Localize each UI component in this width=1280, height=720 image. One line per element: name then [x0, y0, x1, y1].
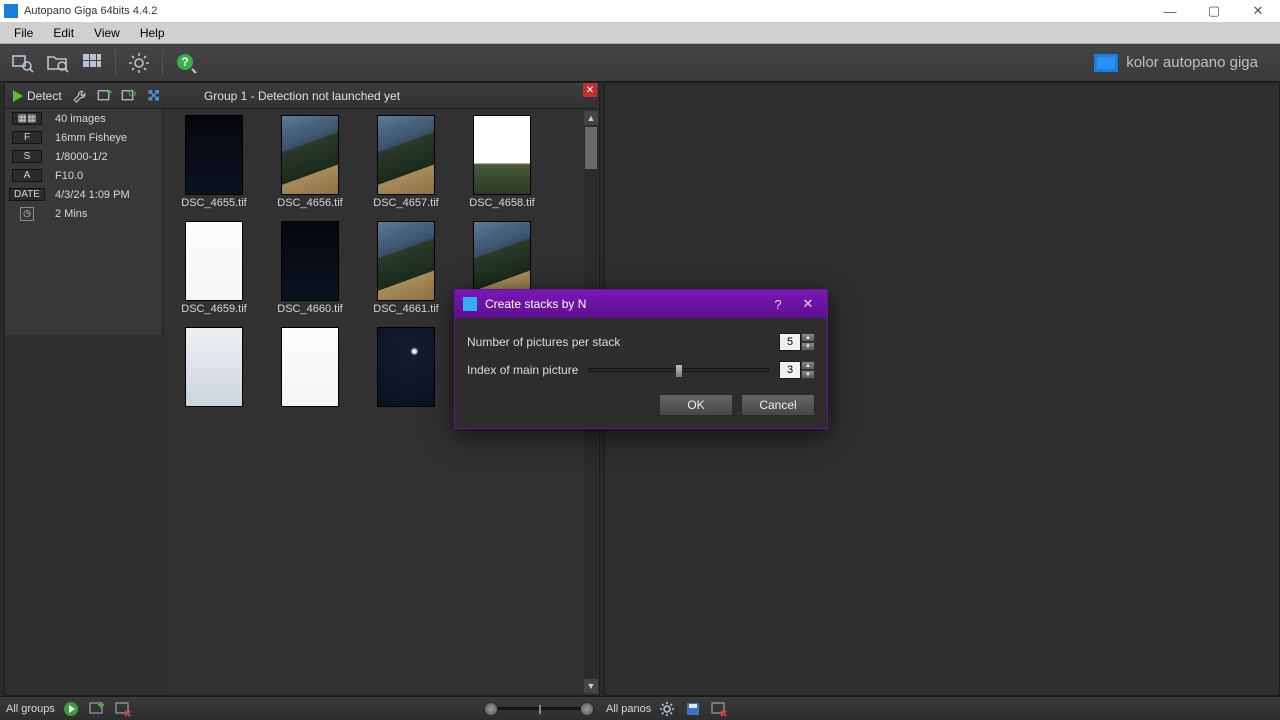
scroll-thumb[interactable]: [585, 127, 597, 169]
slider-handle[interactable]: [675, 364, 683, 378]
scroll-up-icon[interactable]: ▲: [584, 111, 598, 125]
thumbnail[interactable]: DSC_4656.tif: [269, 115, 351, 209]
thumbnail-image: [185, 221, 243, 301]
thumbnail-image: [281, 327, 339, 407]
window-title: Autopano Giga 64bits 4.4.2: [24, 5, 157, 17]
detect-label: Detect: [27, 89, 62, 103]
exif-aperture: F10.0: [49, 170, 83, 182]
group-add-button[interactable]: [87, 699, 107, 719]
zoom-out-icon[interactable]: [484, 702, 498, 716]
titlebar: Autopano Giga 64bits 4.4.2 — ▢ ✕: [0, 0, 1280, 22]
dialog-help-button[interactable]: ?: [767, 293, 789, 315]
menu-view[interactable]: View: [84, 24, 130, 42]
menu-file[interactable]: File: [4, 24, 43, 42]
thumbnail-image: [377, 115, 435, 195]
zoom-in-icon[interactable]: [580, 702, 594, 716]
thumbnail-image: [281, 221, 339, 301]
exif-lens: 16mm Fisheye: [49, 132, 127, 144]
pano-settings-button[interactable]: [657, 699, 677, 719]
thumbnail[interactable]: DSC_4657.tif: [365, 115, 447, 209]
thumbnail[interactable]: [269, 327, 351, 409]
pics-per-stack-label: Number of pictures per stack: [467, 335, 620, 349]
ok-button[interactable]: OK: [659, 394, 733, 416]
main-toolbar: ? kolor autopano giga: [0, 44, 1280, 82]
main-index-label: Index of main picture: [467, 363, 578, 377]
pics-per-stack-spinner[interactable]: ▲▼: [801, 333, 815, 351]
detect-button[interactable]: Detect: [7, 87, 68, 105]
thumbnail-image: [185, 327, 243, 407]
scroll-down-icon[interactable]: ▼: [584, 679, 598, 693]
thumbnail-label: DSC_4659.tif: [181, 303, 246, 315]
dialog-titlebar[interactable]: Create stacks by N ? ✕: [455, 290, 827, 318]
puzzle-button[interactable]: [142, 85, 164, 107]
thumbnail-image: [281, 115, 339, 195]
status-all-groups: All groups: [6, 703, 55, 715]
close-group-button[interactable]: ✕: [583, 83, 597, 97]
pano-save-button[interactable]: [683, 699, 703, 719]
exif-date: 4/3/24 1:09 PM: [49, 189, 130, 201]
brand-icon: [1094, 54, 1118, 72]
select-folder-button[interactable]: [41, 47, 73, 79]
dialog-close-button[interactable]: ✕: [797, 293, 819, 315]
thumbnail[interactable]: DSC_4655.tif: [173, 115, 255, 209]
thumbnail-label: DSC_4656.tif: [277, 197, 342, 209]
dialog-title: Create stacks by N: [485, 297, 586, 311]
main-index-slider[interactable]: [588, 368, 769, 372]
group-remove-button[interactable]: [113, 699, 133, 719]
thumbnail[interactable]: DSC_4660.tif: [269, 221, 351, 315]
thumbnail-label: DSC_4657.tif: [373, 197, 438, 209]
statusbar: All groups All panos: [0, 696, 1280, 720]
exif-duration: 2 Mins: [49, 208, 87, 220]
close-button[interactable]: ✕: [1236, 0, 1280, 22]
pano-remove-button[interactable]: [709, 699, 729, 719]
grid-button[interactable]: [76, 47, 108, 79]
cancel-button[interactable]: Cancel: [741, 394, 815, 416]
pics-per-stack-input[interactable]: [779, 333, 801, 351]
minimize-button[interactable]: —: [1148, 0, 1192, 22]
select-images-button[interactable]: [6, 47, 38, 79]
image-add-button[interactable]: [94, 85, 116, 107]
menu-edit[interactable]: Edit: [43, 24, 84, 42]
exif-panel: ▦▦40 images F16mm Fisheye S1/8000-1/2 AF…: [5, 109, 163, 335]
thumbnail-label: DSC_4658.tif: [469, 197, 534, 209]
group-header: Detect Group 1 - Detection not launched …: [5, 83, 599, 109]
dialog-icon: [463, 297, 477, 311]
thumbnail[interactable]: DSC_4659.tif: [173, 221, 255, 315]
app-icon: [4, 4, 18, 18]
exif-image-count: 40 images: [49, 113, 106, 125]
help-button[interactable]: ?: [170, 47, 202, 79]
thumbnail-label: DSC_4660.tif: [277, 303, 342, 315]
main-index-spinner[interactable]: ▲▼: [801, 361, 815, 379]
thumbnail[interactable]: [365, 327, 447, 409]
thumbnail[interactable]: [173, 327, 255, 409]
main-index-input[interactable]: [779, 361, 801, 379]
create-stacks-dialog: Create stacks by N ? ✕ Number of picture…: [454, 289, 828, 429]
thumbnail-image: [473, 115, 531, 195]
maximize-button[interactable]: ▢: [1192, 0, 1236, 22]
menu-help[interactable]: Help: [130, 24, 175, 42]
settings-button[interactable]: [123, 47, 155, 79]
brand-text: kolor autopano giga: [1126, 54, 1258, 71]
image-refresh-button[interactable]: [118, 85, 140, 107]
exif-shutter: 1/8000-1/2: [49, 151, 108, 163]
play-icon: [13, 90, 23, 102]
thumbnail[interactable]: DSC_4661.tif: [365, 221, 447, 315]
thumbnail-label: DSC_4661.tif: [373, 303, 438, 315]
detect-all-button[interactable]: [61, 699, 81, 719]
zoom-control-left[interactable]: [484, 702, 594, 716]
thumbnail-image: [185, 115, 243, 195]
thumbnail-label: DSC_4655.tif: [181, 197, 246, 209]
branding: kolor autopano giga: [1094, 54, 1258, 72]
thumbnail[interactable]: DSC_4658.tif: [461, 115, 543, 209]
status-all-panos: All panos: [606, 703, 651, 715]
thumbnail-image: [377, 221, 435, 301]
wrench-button[interactable]: [70, 85, 92, 107]
menubar: File Edit View Help: [0, 22, 1280, 44]
svg-text:?: ?: [181, 55, 188, 69]
thumbnail-image: [377, 327, 435, 407]
